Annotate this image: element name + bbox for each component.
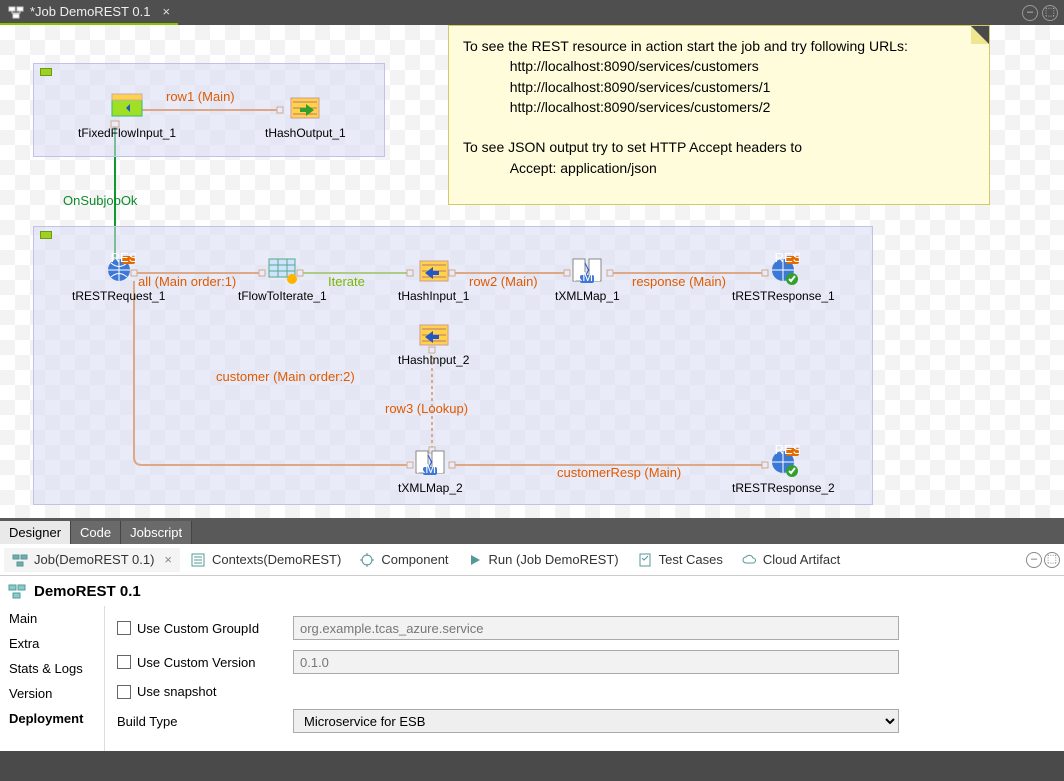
views-row: Job(DemoREST 0.1) × Contexts(DemoREST) C… (0, 544, 1064, 576)
node-tXMLMap1[interactable]: XML tXMLMap_1 (555, 253, 620, 303)
cat-stats[interactable]: Stats & Logs (0, 656, 104, 681)
node-tFixedFlowInput[interactable]: tFixedFlowInput_1 (78, 90, 176, 140)
component-icon (359, 552, 375, 568)
view-testcases[interactable]: Test Cases (629, 548, 731, 572)
cat-main[interactable]: Main (0, 606, 104, 631)
tab-jobscript[interactable]: Jobscript (121, 521, 192, 544)
tab-designer[interactable]: Designer (0, 521, 71, 544)
svg-text:XML: XML (574, 269, 601, 284)
editor-tab[interactable]: *Job DemoREST 0.1 × (0, 0, 178, 25)
design-tabs: Designer Code Jobscript (0, 518, 1064, 544)
tab-code[interactable]: Code (71, 521, 121, 544)
properties-title: DemoREST 0.1 (34, 583, 141, 600)
contexts-icon (190, 552, 206, 568)
version-field[interactable] (293, 650, 899, 674)
node-tXMLMap2[interactable]: XML tXMLMap_2 (398, 445, 463, 495)
view-contexts[interactable]: Contexts(DemoREST) (182, 548, 349, 572)
testcases-icon (637, 552, 653, 568)
minimize-button[interactable]: – (1022, 5, 1038, 21)
title-bar: *Job DemoREST 0.1 × – ⬚ (0, 0, 1064, 25)
job-icon (8, 4, 24, 20)
close-icon[interactable]: × (164, 552, 172, 567)
view-job[interactable]: Job(DemoREST 0.1) × (4, 548, 180, 572)
properties-categories: Main Extra Stats & Logs Version Deployme… (0, 606, 105, 751)
note[interactable]: To see the REST resource in action start… (448, 25, 990, 205)
designer-canvas[interactable]: To see the REST resource in action start… (0, 25, 1064, 518)
note-text: To see the REST resource in action start… (463, 36, 975, 178)
edge-row2: row2 (Main) (469, 274, 538, 289)
properties-panel: Main Extra Stats & Logs Version Deployme… (0, 606, 1064, 751)
edge-custresp: customerResp (Main) (557, 465, 681, 480)
svg-text:REST: REST (775, 253, 800, 265)
edge-onsubjobok: OnSubjobOk (63, 193, 137, 208)
minimize-button[interactable]: – (1026, 552, 1042, 568)
node-tHashOutput[interactable]: tHashOutput_1 (265, 90, 346, 140)
maximize-button[interactable]: ⬚ (1044, 552, 1060, 568)
node-tFlowToIterate[interactable]: tFlowToIterate_1 (238, 253, 327, 303)
properties-form: Use Custom GroupId Use Custom Version Us… (105, 606, 1064, 751)
svg-text:REST: REST (110, 253, 135, 265)
job-icon (12, 552, 28, 568)
snapshot-checkbox[interactable] (117, 685, 131, 699)
edge-row1: row1 (Main) (166, 89, 235, 104)
edge-customer: customer (Main order:2) (216, 369, 355, 384)
maximize-button[interactable]: ⬚ (1042, 5, 1058, 21)
buildtype-select[interactable]: Microservice for ESB (293, 709, 899, 733)
edge-response: response (Main) (632, 274, 726, 289)
view-cloudartifact[interactable]: Cloud Artifact (733, 548, 848, 572)
job-icon (8, 582, 26, 600)
node-tRESTResponse1[interactable]: REST tRESTResponse_1 (732, 253, 835, 303)
svg-text:REST: REST (775, 445, 800, 457)
version-checkbox[interactable] (117, 655, 131, 669)
groupid-field[interactable] (293, 616, 899, 640)
cat-deployment[interactable]: Deployment (0, 706, 104, 731)
cat-version[interactable]: Version (0, 681, 104, 706)
node-tHashInput1[interactable]: tHashInput_1 (398, 253, 469, 303)
edge-iterate: Iterate (328, 274, 365, 289)
edge-all: all (Main order:1) (138, 274, 236, 289)
edge-row3: row3 (Lookup) (385, 401, 468, 416)
cloud-icon (741, 552, 757, 568)
properties-header: DemoREST 0.1 (0, 576, 1064, 606)
close-icon[interactable]: × (162, 4, 170, 19)
node-tRESTResponse2[interactable]: REST tRESTResponse_2 (732, 445, 835, 495)
cat-extra[interactable]: Extra (0, 631, 104, 656)
play-icon (467, 552, 483, 568)
view-component[interactable]: Component (351, 548, 456, 572)
svg-text:XML: XML (417, 461, 444, 476)
view-run[interactable]: Run (Job DemoREST) (459, 548, 627, 572)
node-tHashInput2[interactable]: tHashInput_2 (398, 317, 469, 367)
editor-tab-title: *Job DemoREST 0.1 (30, 4, 150, 19)
groupid-checkbox[interactable] (117, 621, 131, 635)
